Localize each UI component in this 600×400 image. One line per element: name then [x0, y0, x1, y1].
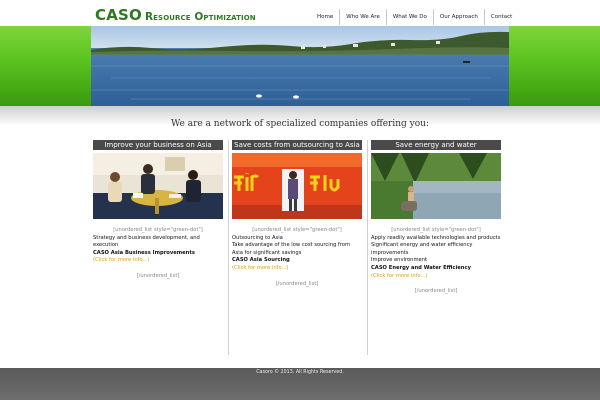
- service-column-asia-sourcing: Save costs from outsourcing to Asia [uno…: [232, 140, 362, 287]
- logo-tagline: Resource Optimization: [144, 11, 256, 23]
- list-item: Apply readily available technologies and…: [371, 234, 501, 241]
- column-title: Save costs from outsourcing to Asia: [232, 140, 362, 150]
- list-shortcode-open: [unordered_list style="green-dot"]: [252, 227, 342, 233]
- airplane-photo: [232, 153, 362, 219]
- service-name: CASO Asia Business Improvements: [93, 249, 195, 256]
- list-shortcode-open: [unordered_list style="green-dot"]: [113, 227, 203, 233]
- logo-main: CASO: [95, 6, 142, 24]
- page-tagline: We are a network of specialized companie…: [171, 119, 429, 129]
- service-column-energy-water: Save energy and water [unordered_list st…: [371, 140, 501, 294]
- list-item: Take advantage of the low cost sourcing …: [232, 242, 351, 256]
- site-logo[interactable]: CASO Resource Optimization: [95, 7, 256, 23]
- meeting-photo: [93, 153, 223, 219]
- site-header: CASO Resource Optimization Home Who We Ar…: [0, 0, 600, 26]
- list-item: Outsourcing to Asia: [232, 234, 283, 241]
- service-name: CASO Energy and Water Efficiency: [371, 264, 471, 271]
- list-shortcode-open: [unordered_list style="green-dot"]: [391, 227, 481, 233]
- column-divider: [228, 140, 229, 355]
- list-item: Improve environment: [371, 257, 428, 264]
- nav-what-we-do[interactable]: What We Do: [385, 9, 433, 25]
- more-info-link[interactable]: (Click for more info...): [232, 265, 362, 273]
- service-name: CASO Asia Sourcing: [232, 257, 290, 264]
- column-title: Improve your business on Asia: [93, 140, 223, 150]
- more-info-link[interactable]: (Click for more info...): [371, 273, 501, 281]
- nav-our-approach[interactable]: Our Approach: [432, 9, 484, 25]
- nav-home[interactable]: Home: [311, 9, 339, 25]
- column-divider: [367, 140, 368, 355]
- hero-lake-photo: [91, 26, 509, 106]
- column-title: Save energy and water: [371, 140, 501, 150]
- column-content: [unordered_list style="green-dot"] Strat…: [93, 227, 223, 265]
- list-shortcode-close: [/unordered_list]: [414, 288, 458, 295]
- list-item: Significant energy and water efficiency …: [371, 242, 473, 256]
- copyright-text: Casoro © 2013. All Rights Reserved.: [256, 370, 344, 375]
- column-content: [unordered_list style="green-dot"] Apply…: [371, 227, 501, 280]
- forest-lake-photo: [371, 153, 501, 219]
- nav-who-we-are[interactable]: Who We Are: [339, 9, 386, 25]
- more-info-link[interactable]: (Click for more info...): [93, 257, 223, 265]
- list-shortcode-close: [/unordered_list]: [275, 280, 319, 287]
- nav-contact[interactable]: Contact: [483, 9, 518, 25]
- site-footer: Casoro © 2013. All Rights Reserved.: [0, 368, 600, 400]
- list-item: Strategy and business development, and e…: [93, 234, 200, 249]
- column-content: [unordered_list style="green-dot"] Outso…: [232, 227, 362, 273]
- list-shortcode-close: [/unordered_list]: [136, 272, 180, 279]
- service-column-asia-business: Improve your business on Asia [unordered…: [93, 140, 223, 279]
- main-nav: Home Who We Are What We Do Our Approach …: [311, 9, 518, 25]
- hero-banner: [0, 26, 600, 106]
